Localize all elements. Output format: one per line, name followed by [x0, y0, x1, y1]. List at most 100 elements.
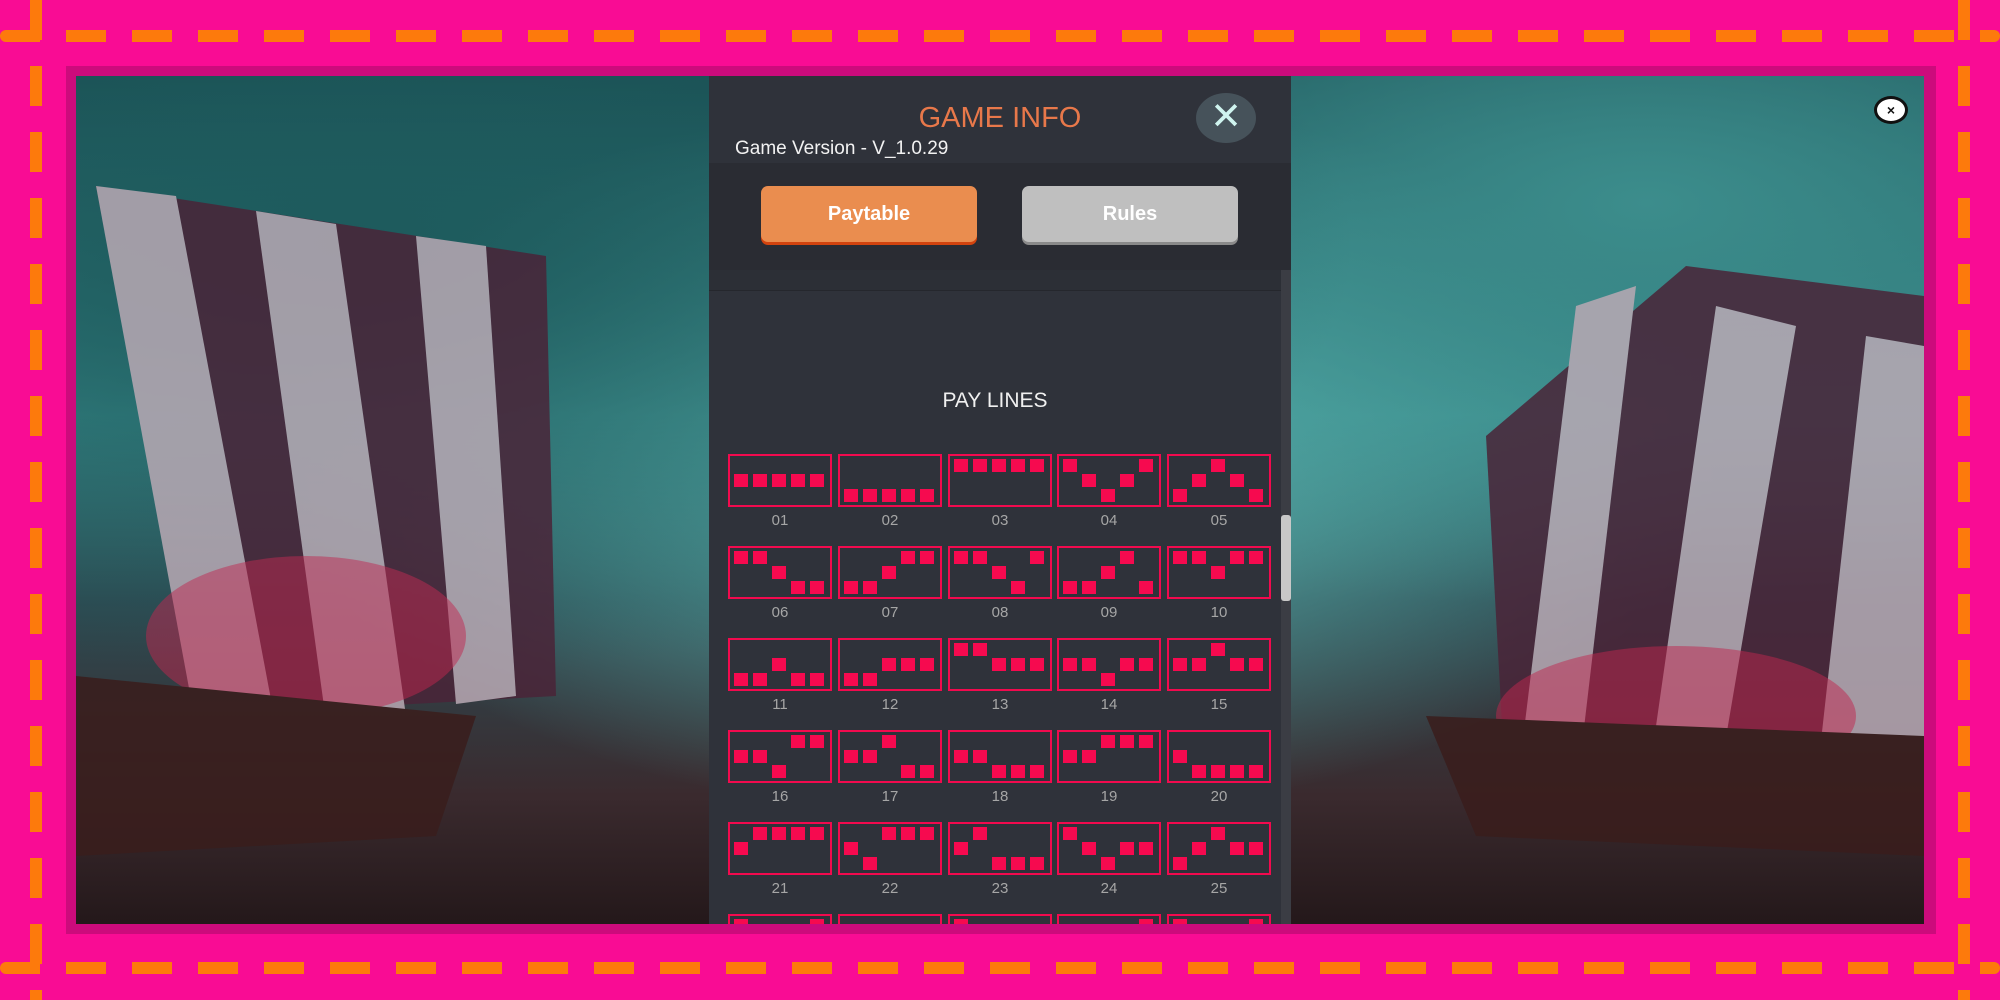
tab-rules[interactable]: Rules — [1022, 186, 1238, 242]
payline-cell — [954, 842, 968, 855]
game-viewport: × GAME INFO Game Version - V_1.0.29 ✕ Pa… — [76, 76, 1924, 924]
payline-cell — [1230, 765, 1244, 778]
payline-label: 12 — [881, 696, 899, 713]
payline-cell — [791, 581, 805, 594]
payline-cell — [810, 581, 824, 594]
payline-cell — [954, 643, 968, 656]
payline-08 — [948, 546, 1052, 599]
payline-cell — [1030, 857, 1044, 870]
payline-cell — [1101, 489, 1115, 502]
payline-cell — [992, 459, 1006, 472]
top-dashed-border — [0, 30, 2000, 42]
tab-paytable[interactable]: Paytable — [761, 186, 977, 242]
payline-cell — [1030, 551, 1044, 564]
payline-label: 11 — [772, 696, 788, 713]
payline-cell — [920, 489, 934, 502]
payline-24 — [1057, 822, 1161, 875]
payline-label: 05 — [1210, 512, 1228, 529]
payline-cell — [863, 489, 877, 502]
payline-cell — [1211, 643, 1225, 656]
payline-cell — [954, 551, 968, 564]
payline-29 — [1057, 914, 1161, 924]
payline-cell — [1139, 459, 1153, 472]
payline-cell — [753, 827, 767, 840]
payline-cell — [810, 474, 824, 487]
panel-header: GAME INFO Game Version - V_1.0.29 ✕ — [709, 76, 1291, 163]
payline-13 — [948, 638, 1052, 691]
payline-cell — [1230, 842, 1244, 855]
payline-cell — [1082, 842, 1096, 855]
payline-cell — [1120, 735, 1134, 748]
payline-cell — [1230, 474, 1244, 487]
payline-26 — [728, 914, 832, 924]
payline-cell — [882, 827, 896, 840]
payline-cell — [1173, 551, 1187, 564]
payline-label: 03 — [991, 512, 1009, 529]
payline-cell — [791, 735, 805, 748]
payline-05 — [1167, 454, 1271, 507]
payline-02 — [838, 454, 942, 507]
payline-11 — [728, 638, 832, 691]
payline-cell — [753, 474, 767, 487]
payline-cell — [1173, 489, 1187, 502]
payline-label: 02 — [881, 512, 899, 529]
payline-cell — [1011, 459, 1025, 472]
payline-cell — [1120, 842, 1134, 855]
payline-cell — [1192, 842, 1206, 855]
payline-label: 24 — [1100, 880, 1118, 897]
close-button[interactable]: ✕ — [1196, 93, 1256, 143]
payline-cell — [1101, 857, 1115, 870]
game-close-button[interactable]: × — [1874, 96, 1908, 124]
payline-cell — [992, 566, 1006, 579]
payline-cell — [920, 551, 934, 564]
payline-cell — [1249, 489, 1263, 502]
payline-cell — [734, 474, 748, 487]
payline-label: 16 — [771, 788, 789, 805]
payline-cell — [1120, 474, 1134, 487]
payline-cell — [863, 673, 877, 686]
payline-16 — [728, 730, 832, 783]
payline-cell — [1101, 566, 1115, 579]
payline-label: 08 — [991, 604, 1009, 621]
payline-21 — [728, 822, 832, 875]
payline-cell — [844, 489, 858, 502]
payline-cell — [920, 765, 934, 778]
payline-cell — [772, 827, 786, 840]
payline-cell — [1211, 827, 1225, 840]
payline-cell — [1063, 827, 1077, 840]
payline-22 — [838, 822, 942, 875]
payline-cell — [1192, 551, 1206, 564]
payline-17 — [838, 730, 942, 783]
payline-cell — [753, 673, 767, 686]
payline-cell — [920, 827, 934, 840]
payline-20 — [1167, 730, 1271, 783]
payline-cell — [791, 673, 805, 686]
payline-cell — [734, 842, 748, 855]
payline-cell — [1011, 857, 1025, 870]
payline-09 — [1057, 546, 1161, 599]
payline-label: 10 — [1210, 604, 1228, 621]
payline-label: 21 — [771, 880, 789, 897]
payline-label: 04 — [1100, 512, 1118, 529]
payline-cell — [1030, 459, 1044, 472]
left-dashed-border — [30, 0, 42, 1000]
paytable-content: PAY LINES 01 02 03 04 05 06 07 08 09 10 11 12 13 14 15… — [709, 291, 1281, 924]
payline-cell — [1082, 658, 1096, 671]
payline-14 — [1057, 638, 1161, 691]
payline-cell — [810, 919, 824, 924]
payline-cell — [1011, 658, 1025, 671]
payline-cell — [1192, 474, 1206, 487]
payline-cell — [1230, 551, 1244, 564]
payline-cell — [844, 750, 858, 763]
payline-cell — [1139, 842, 1153, 855]
scrollbar-thumb[interactable] — [1281, 515, 1291, 601]
payline-label: 13 — [991, 696, 1009, 713]
payline-cell — [863, 581, 877, 594]
payline-cell — [1192, 658, 1206, 671]
payline-cell — [791, 474, 805, 487]
payline-label: 19 — [1100, 788, 1118, 805]
payline-04 — [1057, 454, 1161, 507]
payline-cell — [992, 765, 1006, 778]
payline-cell — [772, 765, 786, 778]
payline-cell — [772, 658, 786, 671]
